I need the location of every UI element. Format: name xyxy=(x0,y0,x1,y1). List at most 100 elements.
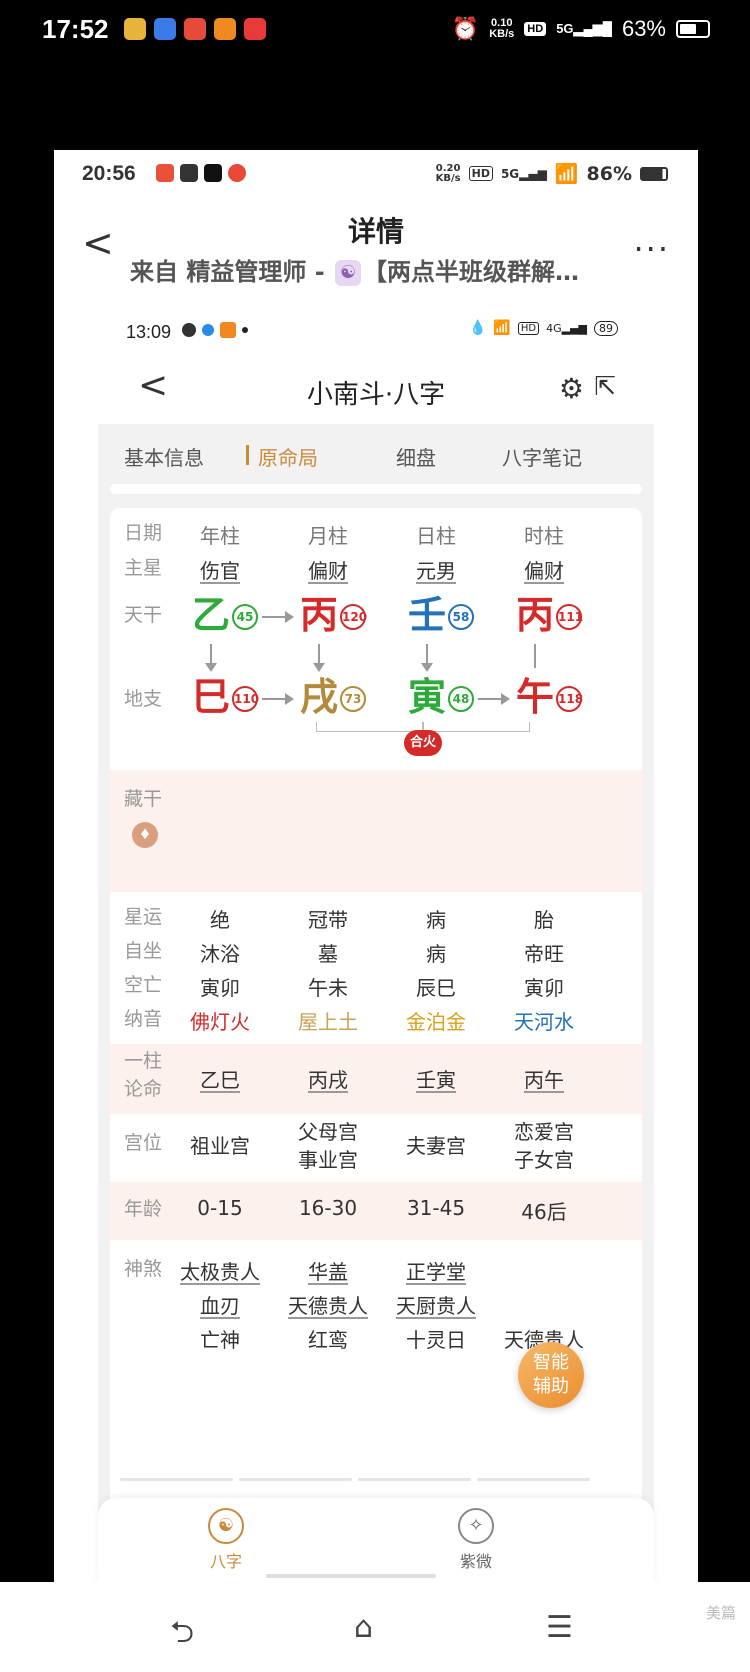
hd-icon: HD xyxy=(524,22,547,36)
outer-status-right: ⏰ 0.10 KB/s HD 5G▂▄▆█ 63% xyxy=(452,16,710,42)
nav-ziwei[interactable]: ✧ 紫微 xyxy=(436,1508,516,1572)
screen-status-right: 💧 📶 HD 4G▂▄▆ 89 xyxy=(469,320,618,336)
dizhi-char: 寅 xyxy=(408,674,447,719)
column-header: 年柱 xyxy=(200,524,240,548)
app-notification-icon xyxy=(154,18,176,40)
inner-net-speed: 0.20 KB/s xyxy=(435,162,461,184)
tab-divider xyxy=(110,484,642,494)
bottom-nav: ☯ 八字 ✧ 紫微 xyxy=(98,1498,654,1582)
yizhu-value[interactable]: 壬寅 xyxy=(386,1064,486,1093)
screen-status-time: 13:09 xyxy=(126,322,172,342)
home-nav-icon[interactable]: ⌂ xyxy=(354,1610,373,1645)
yizhu-value[interactable]: 丙午 xyxy=(494,1064,594,1093)
page-title: 详情 xyxy=(347,215,404,248)
label-xingyun: 星运 xyxy=(124,906,163,928)
main-star[interactable]: 伤官 xyxy=(170,555,270,584)
tiangan-char: 壬 xyxy=(408,592,447,637)
shensha-value[interactable]: 太极贵人 xyxy=(165,1256,275,1285)
main-star[interactable]: 元男 xyxy=(386,555,486,584)
yizhu-value[interactable]: 乙巳 xyxy=(170,1064,270,1093)
outer-status-bar: 17:52 ⏰ 0.10 KB/s HD 5G▂▄▆█ 63% xyxy=(0,0,750,60)
horizontal-arrow xyxy=(262,693,294,705)
screen-notification-icons xyxy=(182,322,248,338)
news-notification-icon xyxy=(244,18,266,40)
column-header: 日柱 xyxy=(416,524,456,548)
xingyun-value: 冠带 xyxy=(308,908,348,932)
label-canggan: 藏干 xyxy=(124,788,163,810)
canggan-band xyxy=(110,770,642,892)
water-drop-icon: 💧 xyxy=(468,320,487,336)
label-date: 日期 xyxy=(124,522,163,544)
main-star[interactable]: 偏财 xyxy=(278,555,378,584)
inner-status-right: 0.20 KB/s HD 5G▂▄▆ 📶 86% xyxy=(436,162,668,185)
app-notification-icon xyxy=(156,164,174,182)
menu-nav-icon[interactable]: ☰ xyxy=(546,1610,573,1645)
shensha-value[interactable]: 正学堂 xyxy=(381,1256,491,1285)
age-value: 46后 xyxy=(521,1200,567,1224)
dizhi-strength: 118 xyxy=(556,686,583,712)
card-footer-lines xyxy=(120,1478,590,1482)
map-pin-icon xyxy=(228,164,246,182)
tab-bazi-notes[interactable]: 八字笔记 xyxy=(502,442,582,471)
dizhi-char: 戌 xyxy=(300,674,339,719)
yizhu-value[interactable]: 丙戌 xyxy=(278,1064,378,1093)
kongwang-value: 辰巳 xyxy=(416,976,456,1000)
label-kongwang: 空亡 xyxy=(124,974,163,996)
dot-icon xyxy=(242,327,248,333)
label-main-star: 主星 xyxy=(124,557,163,579)
tiangan-strength: 120 xyxy=(340,604,367,630)
nayin-value: 金泊金 xyxy=(406,1010,466,1034)
inner-notification-icons xyxy=(156,164,246,182)
gongwei-value: 事业宫 xyxy=(298,1148,358,1172)
vertical-arrow xyxy=(534,644,536,668)
hehuo-badge: 合火 xyxy=(404,730,442,756)
bazi-panel: 基本信息 原命局 细盘 八字笔记 日期 主星 天干 地支 年柱 伤官乙 45 巳 110… xyxy=(98,424,654,1582)
label-gongwei: 宫位 xyxy=(124,1132,163,1154)
system-nav-bar: ⮌ ⌂ ☰ 美篇 xyxy=(0,1582,750,1672)
shensha-value: 十灵日 xyxy=(406,1328,466,1352)
zizuo-value: 墓 xyxy=(318,942,338,966)
inner-status-time: 20:56 xyxy=(82,162,136,185)
share-icon[interactable]: ⇱ xyxy=(594,372,616,402)
wechat-icon xyxy=(182,323,196,337)
net-speed: 0.10 KB/s xyxy=(489,17,515,40)
smart-assist-button[interactable]: 智能 辅助 xyxy=(518,1342,584,1408)
wifi-icon: 📶 xyxy=(554,163,579,185)
tab-natal-chart[interactable]: 原命局 xyxy=(246,442,318,471)
kongwang-value: 午未 xyxy=(308,976,348,1000)
label-yizhu-1: 一柱 xyxy=(124,1050,163,1072)
bazi-chart: 日期 主星 天干 地支 年柱伤官乙45巳110丙偏财庚偏印戊七杀绝沐浴寅卯佛灯火… xyxy=(110,508,642,1508)
battery-icon xyxy=(676,20,710,38)
app-header: < 小南斗·八字 ⚙ ⇱ xyxy=(98,360,654,420)
label-nayin: 纳音 xyxy=(124,1008,163,1030)
shensha-value[interactable]: 华盖 xyxy=(273,1256,383,1285)
main-star[interactable]: 偏财 xyxy=(494,555,594,584)
shensha-value[interactable]: 天德贵人 xyxy=(273,1290,383,1319)
label-yizhu-2: 论命 xyxy=(124,1078,163,1100)
signal-icon: 4G▂▄▆ xyxy=(546,321,587,335)
app-notification-icon xyxy=(214,18,236,40)
nayin-value: 天河水 xyxy=(514,1010,574,1034)
tab-basic-info[interactable]: 基本信息 xyxy=(124,442,204,471)
tiktok-icon xyxy=(204,164,222,182)
nav-bazi[interactable]: ☯ 八字 xyxy=(186,1508,266,1572)
tab-detail[interactable]: 细盘 xyxy=(396,442,436,471)
dizhi-strength: 48 xyxy=(448,686,474,712)
kongwang-value: 寅卯 xyxy=(524,976,564,1000)
label-zizuo: 自坐 xyxy=(124,940,163,962)
more-options-button[interactable]: ··· xyxy=(633,230,670,268)
shensha-value: 亡神 xyxy=(200,1328,240,1352)
gongwei-value: 子女宫 xyxy=(514,1148,574,1172)
shensha-value[interactable]: 天厨贵人 xyxy=(381,1290,491,1319)
gear-icon[interactable]: ⚙ xyxy=(559,372,584,405)
shensha-value[interactable]: 血刃 xyxy=(165,1290,275,1319)
inner-status-bar: 20:56 0.20 KB/s HD 5G▂▄▆ 📶 86% xyxy=(54,150,698,200)
lock-icon[interactable]: ♦ xyxy=(132,822,158,848)
tiangan-char: 乙 xyxy=(192,592,231,637)
tab-bar: 基本信息 原命局 细盘 八字笔记 xyxy=(98,424,654,482)
yin-yang-icon: ☯ xyxy=(335,260,362,286)
page-subtitle: 来自 精益管理师 - ☯ 【两点半班级群解… xyxy=(130,258,580,286)
dizhi-strength: 110 xyxy=(232,686,259,712)
back-nav-icon[interactable]: ⮌ xyxy=(170,1610,194,1661)
detail-card: 20:56 0.20 KB/s HD 5G▂▄▆ 📶 86% < 详情 来自 精益… xyxy=(54,150,698,1582)
